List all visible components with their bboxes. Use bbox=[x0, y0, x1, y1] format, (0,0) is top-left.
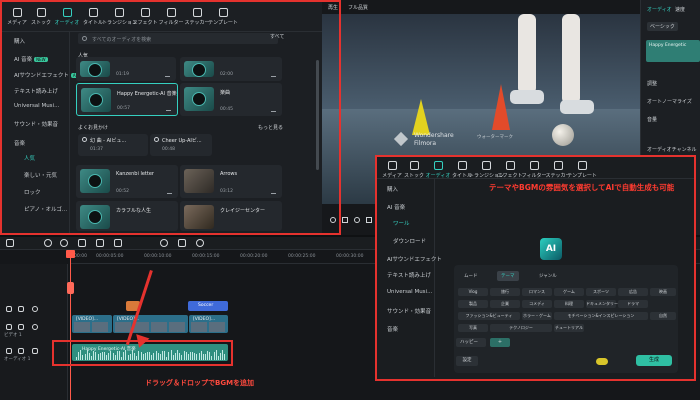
clip-thumbnail bbox=[151, 322, 167, 332]
shoe-left bbox=[510, 90, 544, 104]
track-headers: ビデオ 1 オーディオ 1 bbox=[0, 264, 68, 400]
clip-thumbnail bbox=[191, 322, 207, 332]
folder-icon[interactable] bbox=[18, 348, 24, 354]
watermark-product: Filmora bbox=[414, 140, 437, 147]
video-clip[interactable]: [VIDEO]... bbox=[113, 315, 188, 333]
auto-normalize-label: オートノーマライズ bbox=[647, 99, 692, 105]
clip-thumbnail bbox=[209, 322, 225, 332]
playhead-line[interactable] bbox=[70, 250, 71, 400]
props-tab-speed[interactable]: 速度 bbox=[675, 6, 685, 13]
eye-icon[interactable] bbox=[32, 306, 38, 312]
sticker-clip[interactable]: Soccer bbox=[188, 301, 228, 311]
folder-icon[interactable] bbox=[18, 306, 24, 312]
watermark-label: ウォーターマーク bbox=[477, 135, 513, 140]
highlight-library bbox=[0, 0, 341, 235]
playhead-marker bbox=[67, 282, 74, 294]
color-icon[interactable] bbox=[178, 239, 186, 247]
cone-yellow bbox=[412, 99, 430, 135]
props-basic-tab[interactable]: ベーシック bbox=[647, 22, 678, 31]
soccer-ball bbox=[552, 124, 574, 146]
crop-icon[interactable] bbox=[114, 239, 122, 247]
redo-icon[interactable] bbox=[60, 239, 68, 247]
undo-icon[interactable] bbox=[44, 239, 52, 247]
split-icon[interactable] bbox=[96, 239, 104, 247]
player-leg-left bbox=[518, 14, 536, 94]
clip-thumbnail bbox=[92, 322, 108, 332]
clip-thumbnail bbox=[169, 322, 185, 332]
playhead-handle[interactable] bbox=[66, 250, 75, 258]
music-icon bbox=[6, 348, 12, 354]
drag-drop-caption: ドラッグ＆ドロップでBGMを追加 bbox=[145, 379, 255, 387]
grid-icon[interactable] bbox=[6, 239, 14, 247]
video-clip[interactable]: [VIDEO]... bbox=[72, 315, 112, 333]
player-leg-right bbox=[562, 14, 580, 104]
props-audio-clip: Happy Energetic bbox=[646, 40, 700, 62]
props-tab-audio[interactable]: オーディオ bbox=[647, 6, 672, 13]
volume-label: 音量 bbox=[647, 117, 658, 123]
cone-red bbox=[492, 84, 510, 130]
speed-icon[interactable] bbox=[160, 239, 168, 247]
highlight-ai-popup bbox=[375, 155, 696, 381]
clip-thumbnail bbox=[74, 322, 90, 332]
watermark-brand: Wondershare bbox=[414, 132, 454, 139]
stop-icon[interactable] bbox=[366, 217, 372, 223]
lock-icon[interactable] bbox=[6, 324, 12, 330]
video-track-label: ビデオ 1 bbox=[4, 333, 22, 338]
audio-channel-label: オーディオチャンネル bbox=[647, 147, 697, 153]
eye-icon[interactable] bbox=[32, 324, 38, 330]
lock-icon[interactable] bbox=[6, 306, 12, 312]
mute-icon[interactable] bbox=[32, 348, 38, 354]
prev-frame-icon[interactable] bbox=[342, 217, 348, 223]
clip-thumbnail bbox=[115, 322, 131, 332]
adjust-label: 調整 bbox=[647, 81, 658, 87]
audio-track-label: オーディオ 1 bbox=[4, 357, 31, 362]
folder-icon[interactable] bbox=[18, 324, 24, 330]
quality-dropdown[interactable]: フル品質 bbox=[348, 4, 368, 11]
play-icon[interactable] bbox=[354, 217, 360, 223]
court-wall bbox=[322, 14, 640, 109]
video-clip[interactable]: [VIDEO]... bbox=[189, 315, 228, 333]
preview-header: 再生 フル品質 bbox=[322, 0, 640, 14]
timer-icon[interactable] bbox=[196, 239, 204, 247]
delete-icon[interactable] bbox=[78, 239, 86, 247]
shoe-right bbox=[560, 100, 594, 114]
